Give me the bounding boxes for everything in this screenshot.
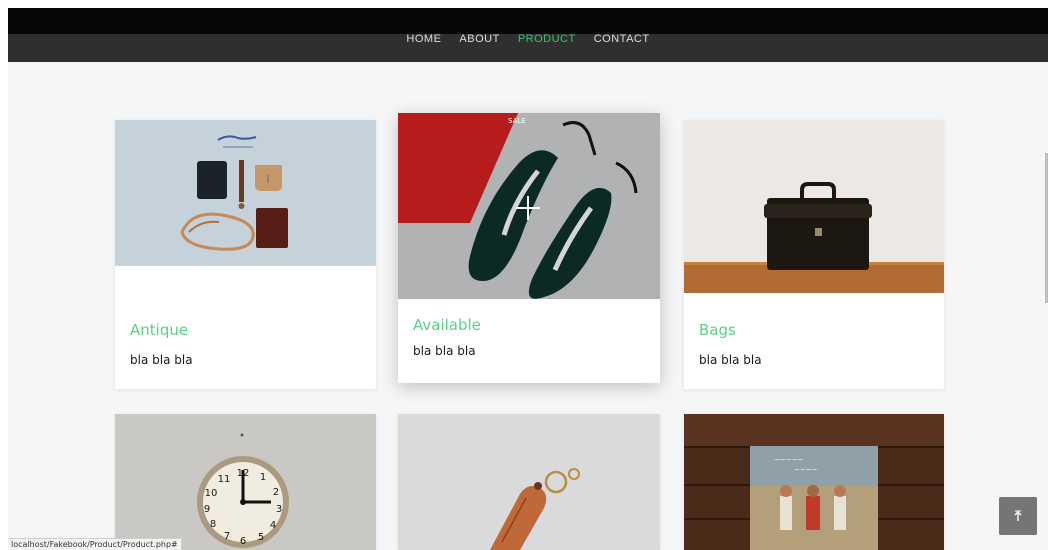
record-album-image[interactable]: ~~~~~ ~~~~ [684,414,944,550]
svg-text:7: 7 [224,531,230,542]
product-card-clock[interactable]: 12 1 2 3 4 5 6 7 8 9 10 11 [115,414,376,550]
svg-text:4: 4 [270,520,276,531]
page-scrollbar[interactable] [1045,153,1048,303]
back-to-top-button[interactable] [999,497,1037,535]
svg-text:2: 2 [273,487,279,498]
top-header-bar [8,8,1048,34]
nav-about-link[interactable]: ABOUT [459,33,499,45]
product-card-key-holder[interactable] [398,414,660,550]
product-card-available[interactable]: SALE Available bla bla bla [398,113,660,383]
product-card-antique[interactable]: Antique bla bla bla [115,120,376,389]
nav-product-link[interactable]: PRODUCT [518,33,576,45]
product-description: bla bla bla [699,353,762,367]
svg-text:3: 3 [276,504,282,515]
nav-home-link[interactable]: HOME [406,33,441,45]
svg-text:~~~~~: ~~~~~ [774,456,803,464]
status-bar-url: localhost/Fakebook/Product/Product.php# [8,538,182,550]
svg-text:1: 1 [260,472,266,483]
briefcase-image[interactable] [684,120,944,293]
svg-text:11: 11 [218,474,231,485]
svg-text:5: 5 [258,532,264,543]
product-title[interactable]: Bags [699,321,736,339]
browser-page: HOME ABOUT PRODUCT CONTACT Antique bla b… [0,0,1056,550]
svg-text:6: 6 [240,536,246,547]
svg-text:SALE: SALE [508,117,526,125]
nav-contact-link[interactable]: CONTACT [594,33,650,45]
main-navigation: HOME ABOUT PRODUCT CONTACT [8,33,1048,62]
arrow-up-icon [1014,510,1022,521]
product-title[interactable]: Available [413,316,481,334]
product-description: bla bla bla [130,353,193,367]
svg-text:~~~~: ~~~~ [794,466,818,474]
leather-goods-image[interactable] [115,120,376,266]
product-title[interactable]: Antique [130,321,188,339]
clock-image[interactable]: 12 1 2 3 4 5 6 7 8 9 10 11 [115,414,376,550]
product-description: bla bla bla [413,344,476,358]
svg-text:10: 10 [205,488,218,499]
svg-text:8: 8 [210,519,216,530]
product-card-bags[interactable]: Bags bla bla bla [684,120,944,389]
website-viewport: HOME ABOUT PRODUCT CONTACT Antique bla b… [8,8,1048,550]
product-card-record-album[interactable]: ~~~~~ ~~~~ [684,414,944,550]
plus-icon[interactable] [516,196,540,220]
svg-text:9: 9 [204,504,210,515]
shoes-image[interactable]: SALE [398,113,660,299]
key-holder-image[interactable] [398,414,660,550]
